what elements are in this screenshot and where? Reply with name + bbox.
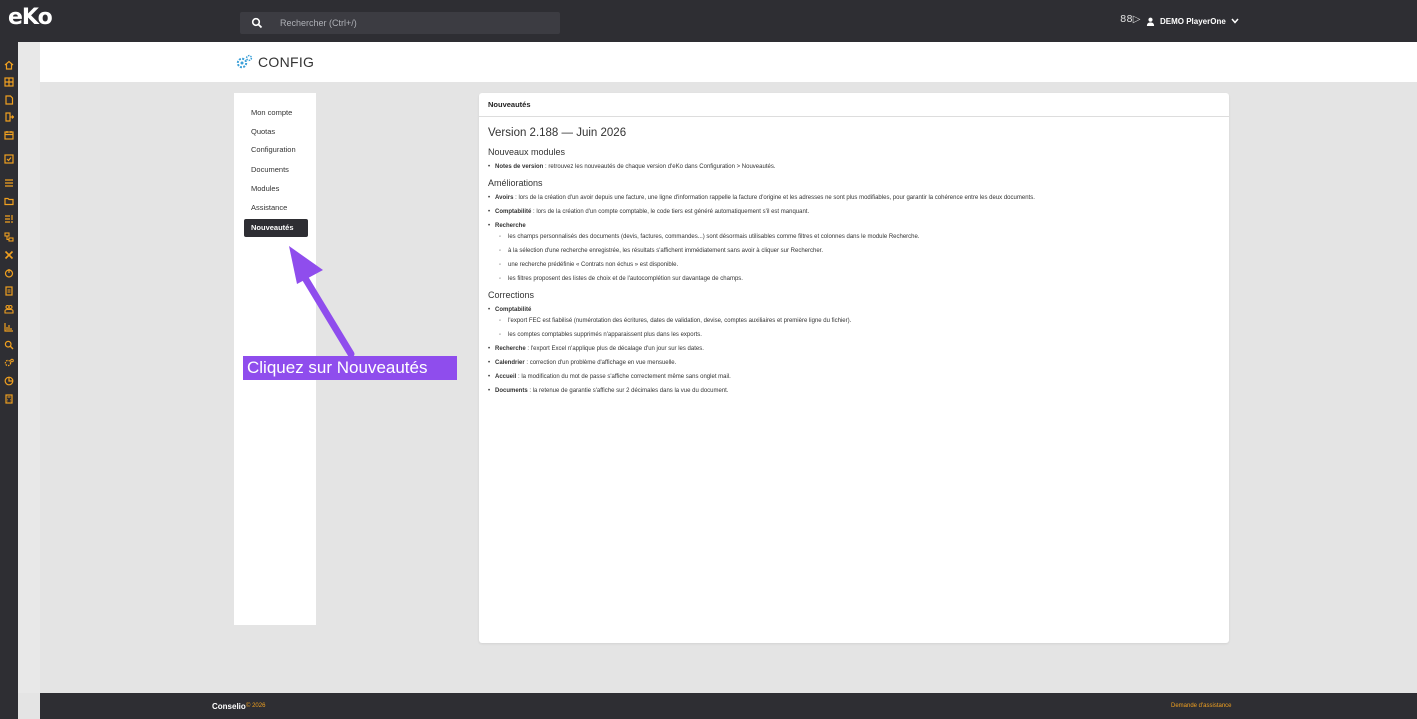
invoice-icon[interactable] <box>4 286 14 296</box>
list-icon[interactable] <box>4 178 14 188</box>
search-nav-icon[interactable] <box>4 340 14 350</box>
home-icon[interactable] <box>4 60 14 70</box>
app-logo[interactable]: eKo <box>8 5 53 31</box>
version-title: Version 2.188 — Juin 2026 <box>488 127 627 139</box>
power-icon[interactable] <box>4 268 14 278</box>
search-subitems-list: les champs personnalisés des documents (… <box>495 234 1220 283</box>
section-title-corrections: Corrections <box>488 290 535 300</box>
sub-list-item: les comptes comptables supprimés n'appar… <box>495 332 1220 339</box>
sub-list-item: à la sélection d'une recherche enregistr… <box>495 248 1220 255</box>
sub-list-item: les champs personnalisés des documents (… <box>495 234 1220 241</box>
sub-list-item: une recherche prédéfinie « Contrats non … <box>495 262 1220 269</box>
document-icon[interactable] <box>4 95 14 105</box>
config-gears-icon <box>236 54 253 69</box>
search-input[interactable] <box>280 15 550 31</box>
footer-copyright: © 2026 <box>246 703 266 709</box>
top-bar: eKo 88▷ DEMO PlayerOne <box>0 0 1417 42</box>
user-menu[interactable]: DEMO PlayerOne <box>1146 13 1239 29</box>
folder-icon[interactable] <box>4 196 14 206</box>
team-icon[interactable] <box>4 304 14 314</box>
support-request-link[interactable]: Demande d'assistance <box>1171 703 1232 709</box>
improvements-list: Avoirs : lors de la création d'un avoir … <box>488 195 1220 283</box>
user-icon <box>1146 17 1155 26</box>
sub-list-item: les filtres proposent des listes de choi… <box>495 276 1220 283</box>
section-title-new-modules: Nouveaux modules <box>488 147 566 157</box>
annotation-callout: Cliquez sur Nouveautés <box>243 356 457 380</box>
checklist-icon[interactable] <box>4 154 14 164</box>
chevron-down-icon <box>1231 18 1239 24</box>
list-item: Recherche les champs personnalisés des d… <box>488 223 1220 283</box>
tasks-icon[interactable] <box>4 214 14 224</box>
bar-chart-icon[interactable] <box>4 322 14 332</box>
list-item: Calendrier : correction d'un problème d'… <box>488 360 1220 367</box>
list-item: Recherche : l'export Excel n'applique pl… <box>488 346 1220 353</box>
list-item: Accueil : la modification du mot de pass… <box>488 374 1220 381</box>
corrections-list: Comptabilité l'export FEC est fiabilisé … <box>488 307 1220 395</box>
calculator-icon[interactable] <box>4 394 14 404</box>
content-gutter <box>18 42 40 693</box>
new-modules-list: Notes de version : retrouvez les nouveau… <box>488 164 1220 171</box>
card-header: Nouveautés <box>479 93 1229 117</box>
page-header: CONFIG <box>40 42 1417 82</box>
menu-item-mon-compte[interactable]: Mon compte <box>244 104 308 122</box>
accounting-subitems-list: l'export FEC est fiabilisé (numérotation… <box>495 318 1220 339</box>
dashboard-icon[interactable] <box>4 77 14 87</box>
calendar-icon[interactable] <box>4 130 14 140</box>
list-item: Documents : la retenue de garantie s'aff… <box>488 388 1220 395</box>
pie-settings-icon[interactable] <box>4 376 14 386</box>
section-title-improvements: Améliorations <box>488 178 543 188</box>
menu-item-quotas[interactable]: Quotas <box>244 123 308 141</box>
export-document-icon[interactable] <box>4 112 14 122</box>
menu-item-configuration[interactable]: Configuration <box>244 141 308 159</box>
menu-item-documents[interactable]: Documents <box>244 161 308 179</box>
search-icon <box>251 17 263 29</box>
page-title: CONFIG <box>258 54 315 70</box>
tools-icon[interactable] <box>4 250 14 260</box>
shortcut-icon[interactable]: 88▷ <box>1120 14 1140 26</box>
footer-brand: Conselio <box>212 702 246 711</box>
menu-item-modules[interactable]: Modules <box>244 180 308 198</box>
menu-item-assistance[interactable]: Assistance <box>244 199 308 217</box>
release-notes-card: Nouveautés Version 2.188 — Juin 2026 Nou… <box>479 93 1229 643</box>
card-body: Version 2.188 — Juin 2026 Nouveaux modul… <box>479 117 1229 412</box>
sub-list-item: l'export FEC est fiabilisé (numérotation… <box>495 318 1220 325</box>
planning-icon[interactable] <box>4 232 14 242</box>
list-item: Comptabilité l'export FEC est fiabilisé … <box>488 307 1220 339</box>
list-item: Notes de version : retrouvez les nouveau… <box>488 164 1220 171</box>
list-item: Comptabilité : lors de la création d'un … <box>488 209 1220 216</box>
settings-icon[interactable] <box>4 358 14 368</box>
left-sidebar <box>0 42 18 719</box>
list-item: Avoirs : lors de la création d'un avoir … <box>488 195 1220 202</box>
menu-item-nouveautes[interactable]: Nouveautés <box>244 219 308 237</box>
annotation-arrow-icon <box>289 246 355 358</box>
user-name: DEMO PlayerOne <box>1160 16 1226 26</box>
search-box[interactable] <box>240 12 560 34</box>
footer: Conselio © 2026 Demande d'assistance <box>40 693 1417 719</box>
